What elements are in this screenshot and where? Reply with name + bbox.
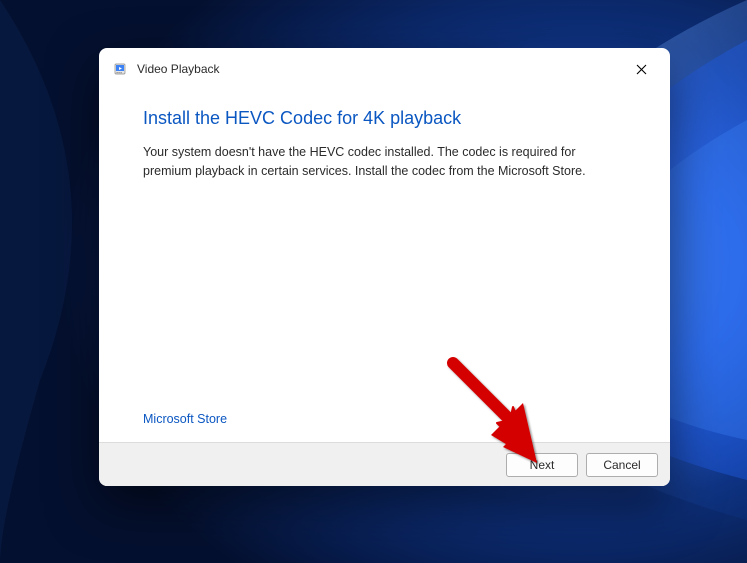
microsoft-store-link[interactable]: Microsoft Store: [143, 412, 227, 426]
close-button[interactable]: [618, 53, 664, 85]
titlebar: Video Playback: [99, 48, 670, 90]
installer-dialog: Video Playback Install the HEVC Codec fo…: [99, 48, 670, 486]
link-area: Microsoft Store: [143, 410, 227, 428]
window-title: Video Playback: [137, 62, 618, 76]
dialog-heading: Install the HEVC Codec for 4K playback: [143, 108, 626, 129]
cancel-button[interactable]: Cancel: [586, 453, 658, 477]
dialog-content: Install the HEVC Codec for 4K playback Y…: [99, 90, 670, 442]
close-icon: [636, 64, 647, 75]
video-playback-icon: [113, 61, 129, 77]
dialog-body-text: Your system doesn't have the HEVC codec …: [143, 143, 626, 182]
next-button[interactable]: Next: [506, 453, 578, 477]
button-bar: Next Cancel: [99, 442, 670, 486]
